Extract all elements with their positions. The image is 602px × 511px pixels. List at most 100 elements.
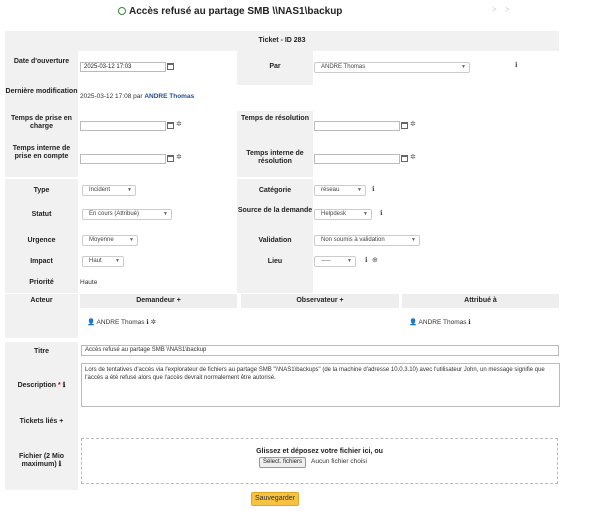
titre-input[interactable]: Accès refusé au partage SMB \\NAS1\backu… bbox=[81, 345, 559, 356]
impact-select-value: Haut bbox=[89, 258, 102, 264]
validation-select-value: Non soumis à validation bbox=[321, 237, 385, 243]
temps-prise-charge-input[interactable] bbox=[80, 121, 166, 131]
label-lieu: Lieu bbox=[267, 258, 283, 265]
impact-select[interactable]: Haut ▼ bbox=[82, 256, 124, 267]
info-icon[interactable]: ℹ bbox=[365, 257, 368, 265]
info-icon[interactable]: ℹ bbox=[63, 382, 66, 389]
dropzone-text: Glissez et déposez votre fichier ici, ou bbox=[256, 448, 383, 455]
lieu-select-value: ----- bbox=[321, 258, 331, 264]
categorie-select[interactable]: réseau ▼ bbox=[314, 185, 366, 196]
lieu-select[interactable]: ----- ▼ bbox=[314, 256, 356, 267]
globe-icon[interactable]: ⊕ bbox=[372, 257, 378, 265]
attribue-header: Attribué à bbox=[402, 294, 559, 308]
urgence-select[interactable]: Moyenne ▼ bbox=[82, 235, 138, 246]
label-description-text: Description bbox=[17, 382, 57, 389]
info-icon[interactable]: ℹ bbox=[372, 186, 375, 194]
label-par: Par bbox=[269, 63, 281, 70]
label-temps-interne-resolution: Temps interne de résolution bbox=[246, 150, 304, 165]
chevron-down-icon: ▼ bbox=[363, 211, 368, 217]
chevron-down-icon: ▼ bbox=[411, 237, 416, 243]
gear-icon[interactable]: ✲ bbox=[176, 154, 182, 162]
categorie-select-value: réseau bbox=[321, 187, 340, 193]
info-icon[interactable]: ℹ bbox=[146, 319, 148, 326]
info-icon[interactable]: ℹ bbox=[380, 210, 383, 218]
description-textarea[interactable]: Lors de tentatives d'accès via l'explora… bbox=[81, 363, 560, 407]
gear-icon[interactable]: ✲ bbox=[176, 121, 182, 129]
plus-icon[interactable]: + bbox=[177, 297, 181, 304]
derniere-modif-value: 2025-03-12 17:08 par ANDRE Thomas bbox=[80, 93, 194, 100]
chevron-down-icon: ▼ bbox=[347, 258, 352, 264]
ticket-heading: Ticket - ID 283 bbox=[258, 37, 306, 44]
type-select[interactable]: Incident ▼ bbox=[82, 185, 136, 196]
temps-interne-prise-input[interactable] bbox=[80, 154, 166, 164]
label-tickets-lies-text: Tickets liés bbox=[19, 418, 58, 425]
derniere-modif-user-link[interactable]: ANDRE Thomas bbox=[144, 93, 194, 100]
nav-arrows[interactable]: > > bbox=[492, 5, 513, 14]
par-select[interactable]: ANDRE Thomas ▼ bbox=[314, 62, 470, 73]
gear-icon[interactable]: ✲ bbox=[410, 121, 416, 129]
ticket-form: Ticket - ID 283 Date d'ouverture 2025-03… bbox=[5, 31, 560, 490]
label-description: Description * ℹ bbox=[5, 382, 78, 390]
user-icon: 👤 bbox=[87, 319, 96, 326]
temps-interne-resolution-input[interactable] bbox=[314, 154, 400, 164]
urgence-select-value: Moyenne bbox=[89, 237, 114, 243]
no-file-text: Aucun fichier choisi bbox=[311, 458, 367, 465]
calendar-icon[interactable] bbox=[167, 63, 174, 70]
label-source: Source de la demande bbox=[237, 207, 313, 214]
statut-select[interactable]: En cours (Attribué) ▼ bbox=[82, 209, 172, 220]
required-asterisk: * bbox=[58, 382, 61, 389]
label-validation: Validation bbox=[258, 237, 292, 244]
demandeur-name[interactable]: ANDRE Thomas bbox=[97, 319, 145, 326]
status-circle-icon bbox=[118, 7, 126, 15]
type-select-value: Incident bbox=[89, 187, 111, 193]
info-icon[interactable]: ℹ bbox=[515, 62, 518, 70]
info-icon[interactable]: ℹ bbox=[468, 319, 470, 326]
page-header: Accès refusé au partage SMB \\NAS1\backu… bbox=[118, 3, 342, 19]
label-type: Type bbox=[33, 187, 50, 194]
choose-file-button[interactable]: Sélect. fichiers bbox=[259, 457, 307, 468]
label-statut: Statut bbox=[31, 211, 52, 218]
label-acteur: Acteur bbox=[30, 297, 53, 304]
date-ouverture-input[interactable]: 2025-03-12 17:03 bbox=[80, 62, 166, 72]
chevron-down-icon: ▼ bbox=[115, 258, 120, 264]
label-tickets-lies: Tickets liés + bbox=[5, 418, 78, 426]
label-derniere-modif: Dernière modification bbox=[5, 88, 78, 95]
label-impact: Impact bbox=[30, 258, 53, 265]
label-fichier: Fichier (2 Mio maximum) ℹ bbox=[5, 453, 78, 469]
demandeur-header: Demandeur + bbox=[80, 294, 237, 308]
label-temps-resolution: Temps de résolution bbox=[241, 115, 309, 122]
calendar-icon[interactable] bbox=[167, 122, 174, 129]
user-icon: 👤 bbox=[409, 319, 418, 326]
label-priorite: Priorité bbox=[29, 279, 54, 286]
derniere-modif-date: 2025-03-12 17:08 par bbox=[80, 93, 143, 100]
gear-icon[interactable]: ✲ bbox=[151, 319, 156, 326]
calendar-icon[interactable] bbox=[167, 155, 174, 162]
calendar-icon[interactable] bbox=[401, 155, 408, 162]
label-temps-interne-prise: Temps interne de prise en compte bbox=[12, 145, 71, 160]
priorite-value: Haute bbox=[80, 279, 98, 286]
page-title: Accès refusé au partage SMB \\NAS1\backu… bbox=[129, 5, 343, 17]
info-icon[interactable]: ℹ bbox=[59, 461, 62, 468]
chevron-down-icon: ▼ bbox=[461, 64, 466, 70]
label-categorie: Catégorie bbox=[258, 187, 292, 194]
plus-icon[interactable]: + bbox=[340, 297, 344, 304]
calendar-icon[interactable] bbox=[401, 122, 408, 129]
chevron-down-icon: ▼ bbox=[129, 237, 134, 243]
label-temps-prise-charge: Temps de prise en charge bbox=[11, 115, 72, 130]
chevron-down-icon: ▼ bbox=[127, 187, 132, 193]
plus-icon[interactable]: + bbox=[59, 418, 63, 425]
label-urgence: Urgence bbox=[27, 237, 56, 244]
gear-icon[interactable]: ✲ bbox=[410, 154, 416, 162]
chevron-down-icon: ▼ bbox=[357, 187, 362, 193]
statut-select-value: En cours (Attribué) bbox=[89, 211, 140, 217]
save-button[interactable]: Sauvegarder bbox=[251, 492, 299, 506]
temps-resolution-input[interactable] bbox=[314, 121, 400, 131]
attribue-actor: 👤 ANDRE Thomas ℹ bbox=[409, 318, 471, 326]
observateur-header: Observateur + bbox=[241, 294, 399, 308]
label-date-ouverture: Date d'ouverture bbox=[13, 58, 70, 65]
label-titre: Titre bbox=[33, 348, 50, 355]
validation-select[interactable]: Non soumis à validation ▼ bbox=[314, 235, 420, 246]
attribue-name[interactable]: ANDRE Thomas bbox=[419, 319, 467, 326]
source-select[interactable]: Helpdesk ▼ bbox=[314, 209, 372, 220]
label-fichier-text: Fichier (2 Mio maximum) bbox=[18, 453, 65, 468]
